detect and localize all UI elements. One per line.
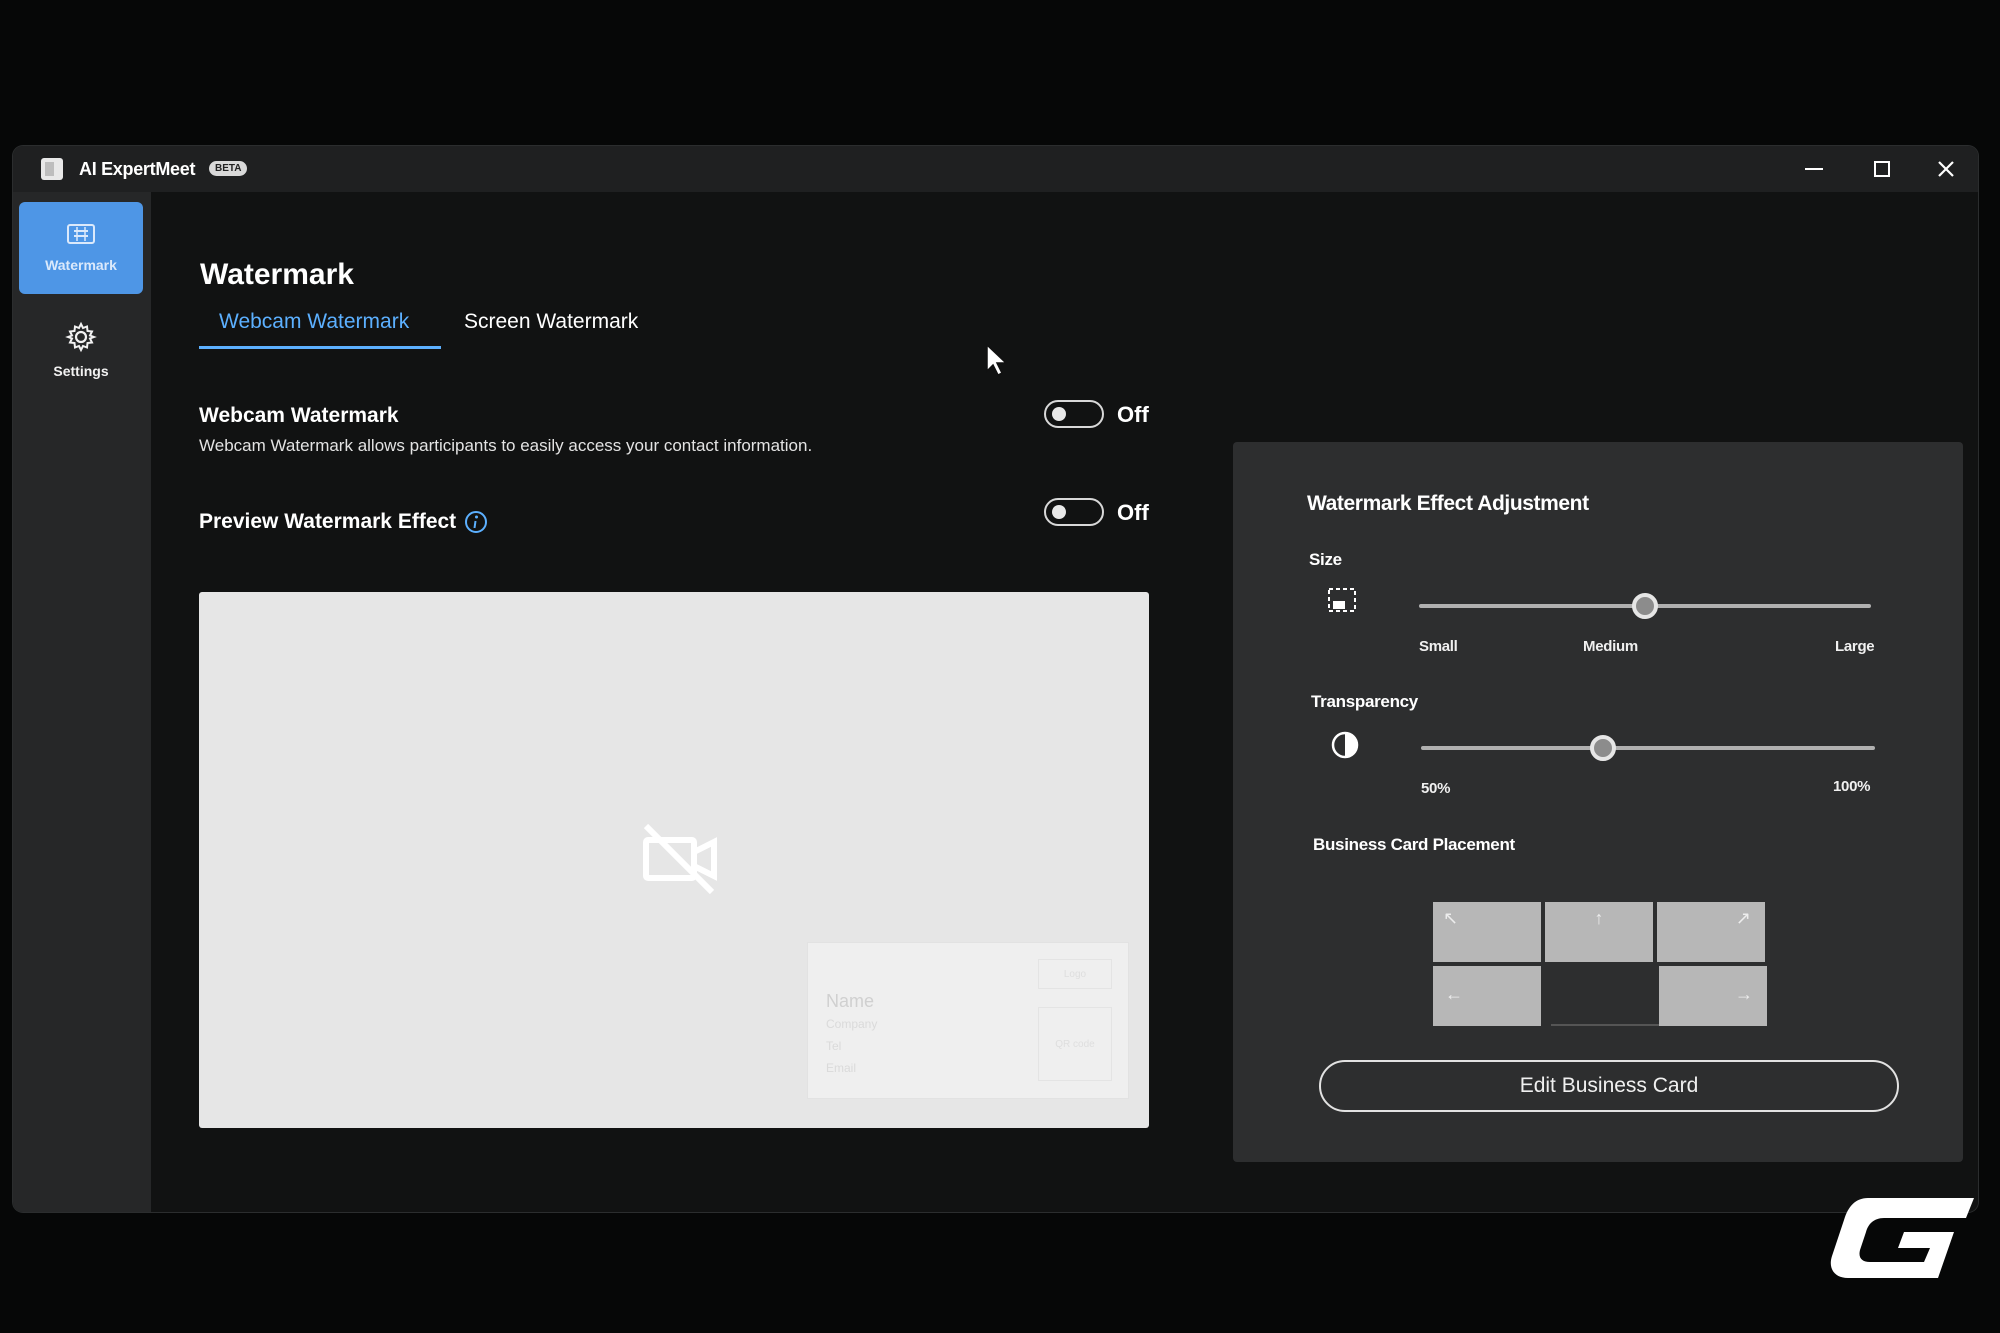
beta-badge: BETA (209, 161, 248, 176)
card-logo: Logo (1038, 959, 1112, 989)
placement-label: Business Card Placement (1313, 835, 1515, 854)
webcam-watermark-toggle-state: Off (1117, 402, 1149, 427)
contrast-icon (1331, 731, 1359, 759)
preview-watermark-title: Preview Watermark Effect (199, 510, 488, 534)
placement-top-right[interactable]: ↗ (1657, 902, 1765, 962)
gear-icon (65, 321, 97, 353)
close-icon (1938, 161, 1954, 177)
preview-watermark-toggle-state: Off (1117, 500, 1149, 525)
camera-off-icon (643, 823, 717, 895)
webcam-watermark-toggle[interactable] (1044, 400, 1104, 428)
transparency-slider-thumb[interactable] (1589, 735, 1616, 761)
tab-webcam-watermark[interactable]: Webcam Watermark (219, 310, 409, 344)
info-icon[interactable] (464, 510, 488, 534)
active-tab-indicator (199, 346, 441, 349)
maximize-button[interactable] (1858, 152, 1906, 186)
preview-watermark-toggle[interactable] (1044, 498, 1104, 526)
size-tick-large: Large (1835, 638, 1875, 655)
app-title: AI ExpertMeet (79, 159, 196, 179)
placement-grid: ↖ ↑ ↗ ← → (1433, 902, 1767, 1030)
sidebar-item-label: Settings (53, 363, 109, 379)
toggle-knob (1052, 505, 1066, 519)
size-icon (1328, 588, 1356, 612)
adjustment-title: Watermark Effect Adjustment (1307, 492, 1589, 515)
sidebar: Watermark Settings (13, 192, 151, 1212)
watermark-preview: Name Company Tel Email Logo QR code (199, 592, 1149, 1128)
card-email: Email (826, 1061, 857, 1075)
edit-business-card-button[interactable]: Edit Business Card (1319, 1060, 1899, 1112)
card-name: Name (826, 991, 875, 1011)
placement-middle-left[interactable]: ← (1433, 966, 1541, 1026)
transparency-min-label: 50% (1421, 780, 1451, 797)
minimize-button[interactable] (1790, 152, 1838, 186)
close-button[interactable] (1922, 152, 1970, 186)
placement-middle-right[interactable]: → (1659, 966, 1767, 1026)
toggle-knob (1052, 407, 1066, 421)
webcam-watermark-description: Webcam Watermark allows participants to … (199, 436, 813, 455)
card-company: Company (826, 1017, 878, 1031)
mouse-cursor-icon (986, 343, 1008, 377)
placement-top-center[interactable]: ↑ (1545, 902, 1653, 962)
watermark-adjustment-panel: Watermark Effect Adjustment Size Small M… (1233, 442, 1963, 1162)
transparency-slider[interactable] (1421, 746, 1875, 750)
business-card-preview: Name Company Tel Email Logo QR code (807, 942, 1129, 1099)
app-window: AI ExpertMeet BETA Watermark Settings Wa… (13, 146, 1978, 1212)
transparency-label: Transparency (1311, 692, 1418, 711)
placement-top-left[interactable]: ↖ (1433, 902, 1541, 962)
card-qr-code: QR code (1038, 1007, 1112, 1081)
maximize-icon (1874, 161, 1890, 177)
placement-center (1551, 966, 1659, 1026)
card-tel: Tel (826, 1039, 842, 1053)
size-label: Size (1309, 550, 1342, 569)
watermark-icon (67, 224, 95, 244)
minimize-icon (1805, 168, 1823, 170)
title-bar: AI ExpertMeet BETA (13, 146, 1978, 192)
sidebar-item-settings[interactable]: Settings (19, 304, 143, 396)
app-logo-icon (41, 158, 63, 180)
size-tick-small: Small (1419, 638, 1458, 655)
preview-watermark-label: Preview Watermark Effect (199, 510, 457, 533)
sidebar-item-watermark[interactable]: Watermark (19, 202, 143, 294)
transparency-max-label: 100% (1833, 778, 1871, 795)
tab-screen-watermark[interactable]: Screen Watermark (464, 310, 638, 344)
main-content: Watermark Webcam Watermark Screen Waterm… (151, 192, 1978, 1212)
g-logo-icon (1830, 1198, 1974, 1278)
size-tick-medium: Medium (1583, 638, 1638, 655)
page-title: Watermark (200, 258, 354, 291)
size-slider-thumb[interactable] (1632, 593, 1658, 619)
sidebar-item-label: Watermark (45, 257, 117, 273)
webcam-watermark-title: Webcam Watermark (199, 404, 399, 427)
